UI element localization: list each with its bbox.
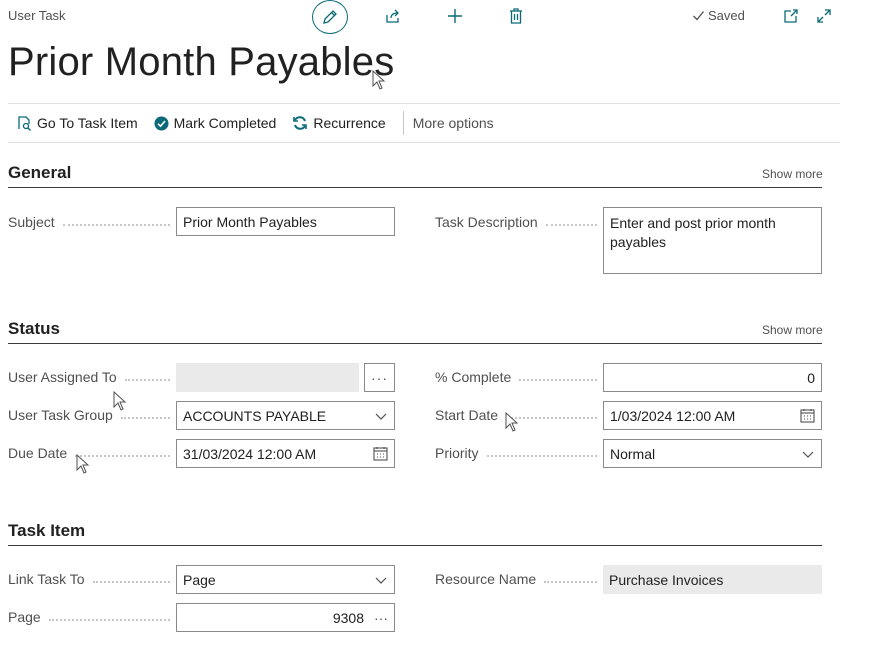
task-item-section-divider [8,545,822,546]
status-section-title: Status [8,319,60,338]
user-assigned-to-input[interactable] [176,363,359,392]
ellipsis-icon: ··· [371,369,388,386]
expand-button[interactable] [814,6,834,26]
trash-icon [510,8,522,24]
due-date-input[interactable]: 31/03/2024 12:00 AM [176,439,395,468]
chevron-down-icon [801,447,815,461]
open-new-window-icon [784,9,798,23]
share-icon [386,9,399,23]
recurrence-action[interactable]: Recurrence [284,104,393,142]
task-description-label: Task Description [435,214,603,230]
resource-name-value: Purchase Invoices [609,571,724,588]
more-options-action[interactable]: More options [413,104,502,142]
mouse-pointer-icon [372,69,386,93]
saved-label: Saved [708,8,745,23]
task-item-section-title: Task Item [8,521,86,540]
action-bar: Go To Task Item Mark Completed Recurrenc… [8,103,840,143]
ellipsis-icon[interactable]: ··· [374,610,388,626]
plus-icon [448,9,462,23]
share-button[interactable] [382,5,404,27]
expand-icon [817,9,831,23]
resource-name-field: Purchase Invoices [603,565,822,594]
subject-label-text: Subject [8,214,55,230]
new-button[interactable] [444,5,466,27]
start-date-value: 1/03/2024 12:00 AM [610,407,736,424]
page-value: 9308 [332,609,364,626]
page-input[interactable]: 9308 ··· [176,603,395,632]
mouse-pointer-icon [505,411,519,435]
status-show-more-link[interactable]: Show more [762,323,823,337]
edit-button[interactable] [312,0,348,34]
delete-button[interactable] [505,5,527,27]
due-date-label-text: Due Date [8,445,68,461]
subject-value: Prior Month Payables [183,213,317,230]
percent-complete-label: % Complete [435,369,603,385]
resource-name-label: Resource Name [435,571,603,587]
status-section-divider [8,343,822,344]
chevron-down-icon [374,573,388,587]
general-section-title: General [8,163,72,182]
link-task-to-value: Page [183,571,216,588]
refresh-icon [292,115,308,131]
pencil-icon [323,10,337,24]
page-title: Prior Month Payables [8,40,395,84]
priority-select[interactable]: Normal [603,439,822,468]
recurrence-label: Recurrence [313,115,386,131]
priority-label-text: Priority [435,445,479,461]
start-date-input[interactable]: 1/03/2024 12:00 AM [603,401,822,430]
open-new-window-button[interactable] [781,6,801,26]
user-task-group-label: User Task Group [8,407,176,423]
general-show-more-link[interactable]: Show more [762,167,823,181]
mouse-pointer-icon [76,453,90,477]
calendar-icon[interactable] [373,446,388,461]
page-label-text: Page [8,609,41,625]
document-search-icon [16,115,32,131]
percent-complete-input[interactable]: 0 [603,363,822,392]
subject-label: Subject [8,214,176,230]
action-separator [402,111,404,135]
chevron-down-icon [374,409,388,423]
link-task-to-label: Link Task To [8,571,176,587]
due-date-value: 31/03/2024 12:00 AM [183,445,317,462]
user-task-group-label-text: User Task Group [8,407,113,423]
mark-completed-label: Mark Completed [173,115,277,131]
go-to-task-item-label: Go To Task Item [37,115,138,131]
user-assigned-to-lookup-button[interactable]: ··· [364,363,395,392]
priority-label: Priority [435,445,603,461]
task-description-label-text: Task Description [435,214,538,230]
link-task-to-label-text: Link Task To [8,571,85,587]
user-assigned-to-label: User Assigned To [8,369,176,385]
checkmark-icon [693,11,705,21]
percent-complete-value: 0 [807,369,815,386]
page-label: Page [8,609,176,625]
check-circle-icon [154,116,169,131]
start-date-label: Start Date [435,407,603,423]
calendar-icon[interactable] [800,408,815,423]
go-to-task-item-action[interactable]: Go To Task Item [8,104,146,142]
due-date-label: Due Date [8,445,176,461]
saved-status: Saved [692,8,745,23]
link-task-to-select[interactable]: Page [176,565,395,594]
user-assigned-to-label-text: User Assigned To [8,369,117,385]
start-date-label-text: Start Date [435,407,499,423]
priority-value: Normal [610,445,656,462]
user-task-group-select[interactable]: ACCOUNTS PAYABLE [176,401,395,430]
task-description-textarea[interactable]: Enter and post prior month payables [603,207,822,274]
mark-completed-action[interactable]: Mark Completed [146,104,285,142]
page-caption: User Task [8,8,66,23]
resource-name-label-text: Resource Name [435,571,537,587]
task-description-value: Enter and post prior month payables [610,215,776,250]
general-section-divider [8,187,822,188]
percent-complete-label-text: % Complete [435,369,512,385]
subject-input[interactable]: Prior Month Payables [176,207,395,236]
user-task-group-value: ACCOUNTS PAYABLE [183,407,327,424]
